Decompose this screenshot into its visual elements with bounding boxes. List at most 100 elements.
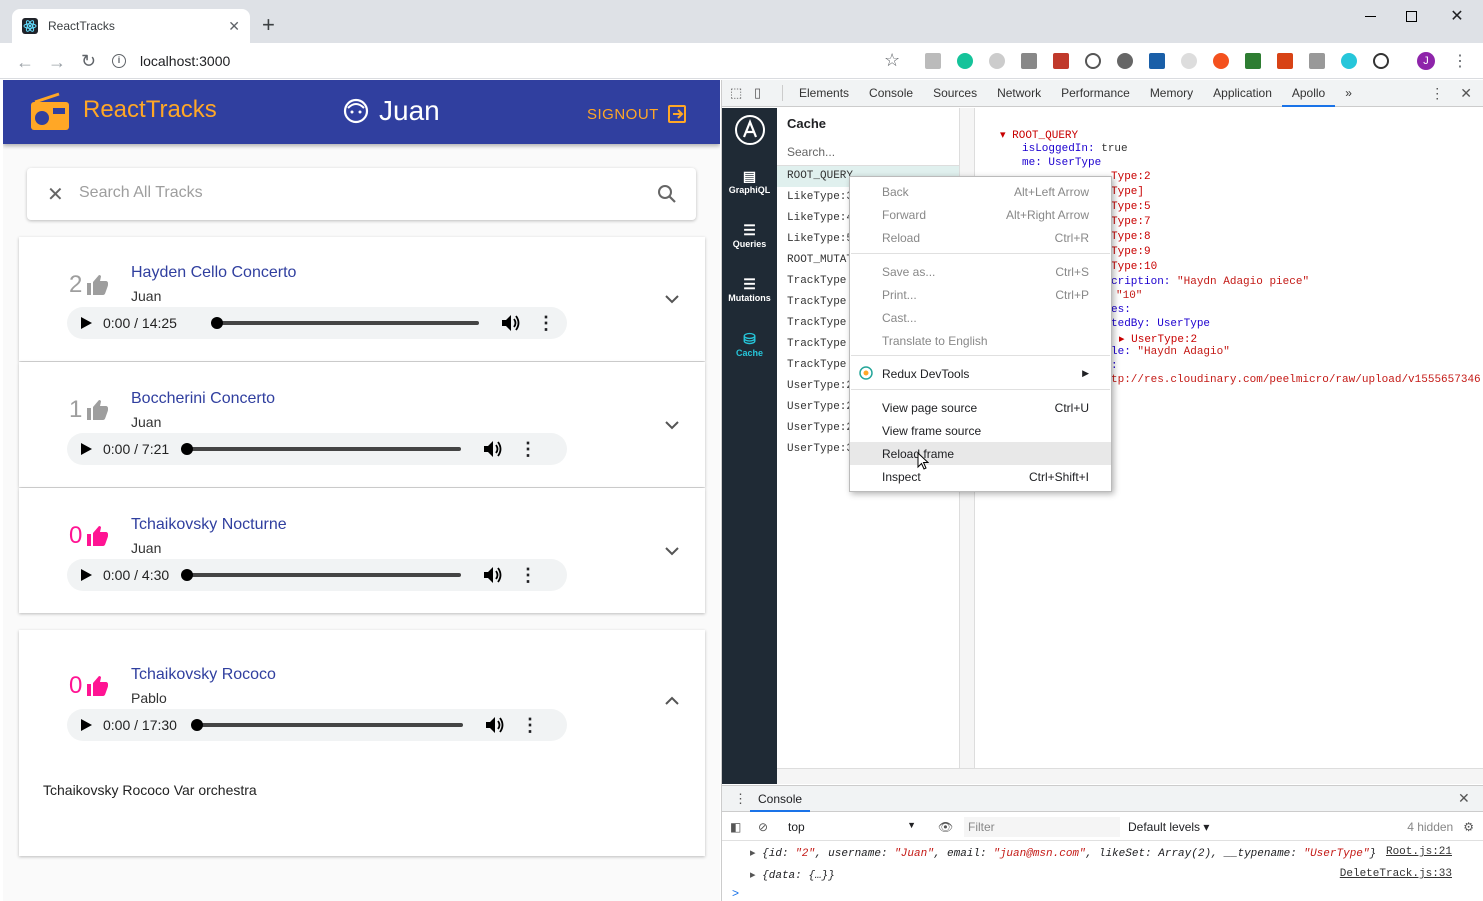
console-log-line[interactable]: ▸ {data: {…}} bbox=[750, 868, 835, 882]
thumb-up-icon[interactable] bbox=[86, 275, 109, 295]
play-icon[interactable] bbox=[79, 442, 93, 456]
extension-icon[interactable] bbox=[1277, 53, 1293, 69]
expand-less-icon[interactable] bbox=[663, 692, 681, 710]
horizontal-scrollbar[interactable] bbox=[777, 768, 1483, 784]
menu-item-save-as[interactable]: Save as... Ctrl+S bbox=[850, 260, 1111, 283]
menu-item-back[interactable]: Back Alt+Left Arrow bbox=[850, 180, 1111, 203]
audio-progress-bar[interactable] bbox=[191, 719, 463, 731]
detail-line[interactable]: ▸ UserType:2 bbox=[1119, 332, 1197, 346]
expand-more-icon[interactable] bbox=[663, 290, 681, 308]
extension-icon[interactable] bbox=[989, 53, 1005, 69]
extension-icon[interactable] bbox=[1149, 53, 1165, 69]
volume-icon[interactable] bbox=[501, 314, 521, 332]
minimize-button[interactable] bbox=[1355, 6, 1385, 26]
browser-menu-icon[interactable]: ⋮ bbox=[1452, 51, 1468, 71]
menu-item-view-frame-source[interactable]: View frame source bbox=[850, 419, 1111, 442]
track-title[interactable]: Boccherini Concerto bbox=[131, 390, 275, 408]
audio-progress-bar[interactable] bbox=[181, 569, 461, 581]
tab-apollo[interactable]: Apollo bbox=[1281, 80, 1336, 107]
audio-progress-bar[interactable] bbox=[181, 443, 461, 455]
devtools-close-icon[interactable]: ✕ bbox=[1460, 85, 1472, 102]
tab-performance[interactable]: Performance bbox=[1051, 80, 1140, 107]
more-options-icon[interactable]: ⋮ bbox=[519, 439, 537, 460]
tab-network[interactable]: Network bbox=[987, 80, 1051, 107]
more-tabs-icon[interactable]: » bbox=[1335, 80, 1362, 107]
clear-search-icon[interactable]: ✕ bbox=[47, 182, 64, 207]
extension-icon[interactable] bbox=[1245, 53, 1261, 69]
tab-memory[interactable]: Memory bbox=[1140, 80, 1203, 107]
drawer-menu-icon[interactable]: ⋮ bbox=[734, 791, 747, 807]
devtools-menu-icon[interactable]: ⋮ bbox=[1430, 85, 1444, 102]
extension-icon[interactable] bbox=[1341, 53, 1357, 69]
forward-arrow-icon[interactable]: → bbox=[48, 52, 66, 73]
tab-application[interactable]: Application bbox=[1203, 80, 1282, 107]
extension-icon[interactable] bbox=[1053, 53, 1069, 69]
back-arrow-icon[interactable]: ← bbox=[16, 52, 34, 73]
extension-icon[interactable] bbox=[1085, 53, 1101, 69]
eye-icon[interactable]: 👁 bbox=[938, 820, 964, 834]
search-icon[interactable] bbox=[657, 184, 677, 204]
track-title[interactable]: Hayden Cello Concerto bbox=[131, 264, 296, 282]
bookmark-star-icon[interactable]: ☆ bbox=[884, 50, 900, 71]
extension-icon[interactable] bbox=[1213, 53, 1229, 69]
menu-item-redux-devtools[interactable]: Redux DevTools ▶ bbox=[850, 362, 1111, 385]
menu-item-reload-frame[interactable]: Reload frame bbox=[850, 442, 1111, 465]
context-select[interactable]: top ▼ bbox=[788, 820, 922, 834]
app-brand[interactable]: ReactTracks bbox=[83, 96, 217, 124]
apollo-extension-icon[interactable] bbox=[1373, 53, 1389, 69]
sidebar-toggle-icon[interactable]: ◧ bbox=[730, 820, 752, 834]
extension-icon[interactable] bbox=[1117, 53, 1133, 69]
expand-more-icon[interactable] bbox=[663, 416, 681, 434]
menu-item-print[interactable]: Print... Ctrl+P bbox=[850, 283, 1111, 306]
extension-icon[interactable] bbox=[1181, 53, 1197, 69]
volume-icon[interactable] bbox=[483, 566, 503, 584]
track-user[interactable]: Juan bbox=[131, 540, 161, 556]
audio-progress-bar[interactable] bbox=[211, 317, 479, 329]
extension-icon[interactable] bbox=[925, 53, 941, 69]
inspect-element-icon[interactable]: ⬚ bbox=[730, 85, 754, 101]
info-icon[interactable]: i bbox=[112, 54, 126, 68]
menu-item-forward[interactable]: Forward Alt+Right Arrow bbox=[850, 203, 1111, 226]
play-icon[interactable] bbox=[79, 568, 93, 582]
thumb-up-icon[interactable] bbox=[86, 676, 109, 696]
search-input[interactable]: Search All Tracks bbox=[79, 184, 203, 202]
play-icon[interactable] bbox=[79, 316, 93, 330]
menu-item-reload[interactable]: Reload Ctrl+R bbox=[850, 226, 1111, 249]
tab-console[interactable]: Console bbox=[859, 80, 923, 107]
browser-tab[interactable]: ReactTracks ✕ bbox=[12, 9, 250, 43]
detail-root[interactable]: ▾ ROOT_QUERY bbox=[1000, 128, 1078, 142]
current-user[interactable]: Juan bbox=[343, 95, 440, 127]
menu-item-view-page-source[interactable]: View page source Ctrl+U bbox=[850, 396, 1111, 419]
track-title[interactable]: Tchaikovsky Nocturne bbox=[131, 516, 287, 534]
nav-mutations[interactable]: ☰ Mutations bbox=[722, 276, 777, 303]
console-settings-icon[interactable]: ⚙ bbox=[1463, 820, 1474, 834]
clear-console-icon[interactable]: ⊘ bbox=[758, 820, 782, 834]
device-toolbar-icon[interactable]: ▯ bbox=[754, 85, 782, 101]
close-window-button[interactable]: ✕ bbox=[1442, 6, 1472, 26]
more-options-icon[interactable]: ⋮ bbox=[537, 313, 555, 334]
extension-icon[interactable] bbox=[1309, 53, 1325, 69]
menu-item-translate[interactable]: Translate to English bbox=[850, 329, 1111, 352]
log-levels-select[interactable]: Default levels ▾ bbox=[1128, 820, 1224, 834]
volume-icon[interactable] bbox=[483, 440, 503, 458]
address-bar[interactable]: i localhost:3000 bbox=[112, 47, 912, 75]
tab-elements[interactable]: Elements bbox=[789, 80, 859, 107]
reload-icon[interactable]: ↻ bbox=[81, 51, 96, 72]
console-prompt[interactable]: > bbox=[732, 886, 739, 900]
track-user[interactable]: Pablo bbox=[131, 690, 167, 706]
console-source-link[interactable]: DeleteTrack.js:33 bbox=[1340, 868, 1452, 880]
expand-more-icon[interactable] bbox=[663, 542, 681, 560]
console-source-link[interactable]: Root.js:21 bbox=[1386, 846, 1452, 858]
tab-close-icon[interactable]: ✕ bbox=[228, 18, 240, 35]
volume-icon[interactable] bbox=[485, 716, 505, 734]
console-filter-input[interactable]: Filter bbox=[964, 816, 1120, 837]
cache-search-input[interactable]: Search... bbox=[777, 138, 959, 166]
menu-item-inspect[interactable]: Inspect Ctrl+Shift+I bbox=[850, 465, 1111, 488]
new-tab-button[interactable]: + bbox=[262, 14, 275, 36]
thumb-up-icon[interactable] bbox=[86, 526, 109, 546]
maximize-button[interactable] bbox=[1396, 6, 1426, 26]
console-log-line[interactable]: ▸ {id: "2", username: "Juan", email: "ju… bbox=[750, 846, 1376, 860]
nav-cache[interactable]: ⛁ Cache bbox=[722, 330, 777, 358]
nav-queries[interactable]: ☰ Queries bbox=[722, 222, 777, 249]
profile-avatar[interactable]: J bbox=[1417, 52, 1435, 70]
